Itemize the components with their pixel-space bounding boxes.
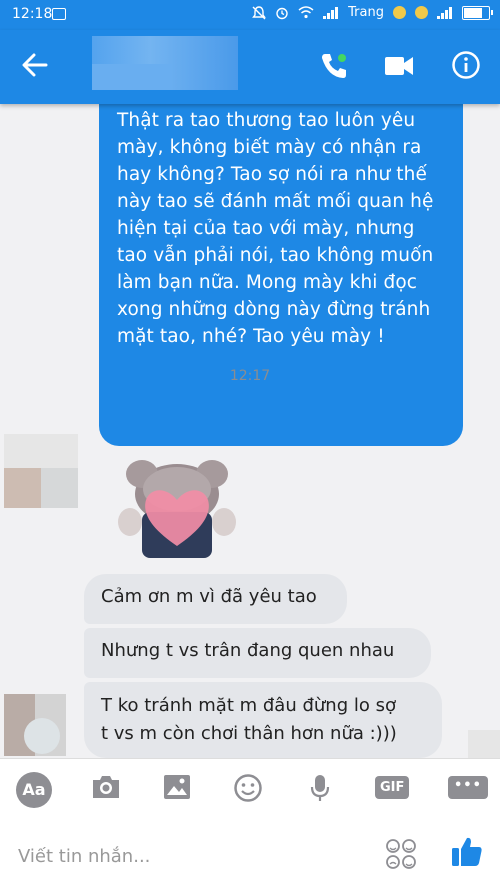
message-line: mặt tao, nhé? Tao yêu mày ! [117,326,385,347]
status-bar: 12:18 Trang [0,0,500,30]
gif-button[interactable]: GIF [375,776,410,799]
incoming-message[interactable]: Nhưng t vs trân đang quen nhau [84,628,431,678]
status-right: Trang [252,5,493,20]
camera-icon [93,776,119,798]
voice-button[interactable] [309,773,331,803]
smiley-icon [234,774,262,802]
message-line: này tao sẽ đánh mất mối quan hệ [117,191,434,212]
message-input[interactable]: Viết tin nhắn... [18,846,150,867]
status-time: 12:18 [12,6,53,22]
message-text: Nhưng t vs trân đang quen nhau [101,640,395,661]
arrow-left-icon[interactable] [22,52,48,78]
contact-status-blurred [92,64,172,90]
microphone-icon [310,775,330,801]
more-label: ••• [448,776,488,799]
incoming-message[interactable]: Cảm ơn m vì đã yêu tao [84,574,347,624]
battery-icon [462,5,493,20]
message-text: Cảm ơn m vì đã yêu tao [101,586,317,607]
like-thumb-icon[interactable] [450,834,484,868]
heart-sticker[interactable] [112,434,242,562]
message-line: xong những dòng này đừng tránh [117,299,431,320]
message-line: mày, không biết mày có nhận ra [117,137,422,158]
composer-toolbar: Aa GIF ••• [0,758,500,821]
message-line: hiện tại của tao với mày, nhưng [117,218,415,239]
wifi-icon [298,6,314,19]
aa-label: Aa [16,772,52,808]
alarm-icon [276,7,288,19]
message-line: hay không? Tao sợ nói ra như thế [117,164,427,185]
signal-icon [323,6,339,19]
emoji-button[interactable] [233,773,263,803]
message-line: t vs m còn chơi thân hơn nữa :))) [101,723,397,744]
message-line: tao vẫn phải nói, tao không muốn [117,245,434,266]
mute-icon [252,5,267,19]
phone-icon[interactable] [318,50,350,82]
gif-label: GIF [375,776,410,799]
incoming-message[interactable]: T ko tránh mặt m đâu đừng lo sợ t vs m c… [84,682,442,758]
text-format-button[interactable]: Aa [16,772,52,808]
gallery-button[interactable] [162,773,192,801]
message-line: Thật ra tao thương tao luôn yêu [117,110,416,131]
signal-icon-2 [437,6,453,19]
message-line: T ko tránh mặt m đâu đừng lo sợ [101,695,396,716]
conversation-header [0,30,500,104]
emoji-icon-2 [415,6,428,19]
emoji-icon [393,6,406,19]
carrier-name: Trang [348,5,384,20]
message-timestamp: 12:17 [229,368,271,384]
camera-button[interactable] [90,773,122,801]
image-icon [164,775,190,799]
seen-indicator [468,730,500,758]
message-composer[interactable]: Viết tin nhắn... [0,820,500,888]
avatar[interactable] [4,434,78,508]
message-line: làm bạn nữa. Mong mày khi đọc [117,272,418,293]
emoji-grid-icon[interactable] [384,838,418,870]
outgoing-message[interactable]: Thật ra tao thương tao luôn yêu mày, khô… [99,104,463,446]
message-list[interactable]: Thật ra tao thương tao luôn yêu mày, khô… [0,104,500,758]
notification-icon [52,8,66,20]
video-camera-icon[interactable] [384,54,414,78]
info-icon[interactable] [451,50,481,80]
more-options-button[interactable]: ••• [448,776,488,799]
sender-avatar[interactable] [4,694,66,756]
